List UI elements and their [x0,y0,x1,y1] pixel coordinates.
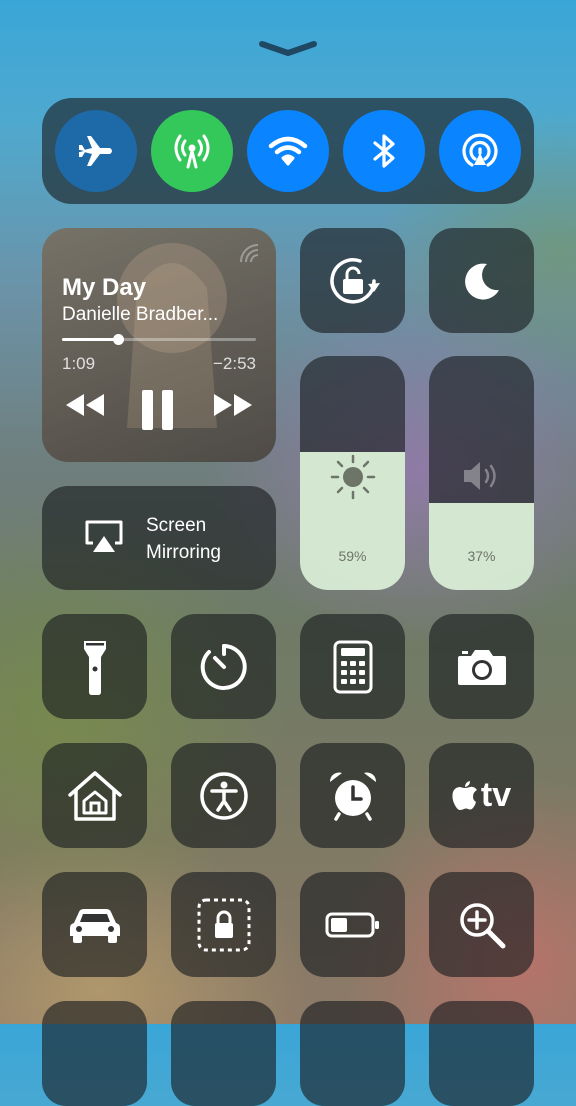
remaining-time: −2:53 [212,354,256,373]
fast-forward-icon [214,394,252,416]
alarm-button[interactable] [300,743,405,848]
apple-logo-icon [452,780,477,810]
speaker-icon [429,458,534,494]
do-not-disturb-toggle[interactable] [429,228,534,333]
apple-tv-label: tv [480,776,512,814]
magnifier-icon [459,902,505,948]
control-tile-row4-2[interactable] [171,1001,276,1106]
screen-mirroring-label: Screen Mirroring [146,515,221,563]
bluetooth-icon [373,134,395,168]
sun-icon [300,452,405,502]
guided-access-icon [197,898,250,951]
calculator-button[interactable] [300,614,405,719]
airplane-icon [79,136,112,166]
flashlight-icon [83,640,106,695]
orientation-lock-toggle[interactable] [300,228,405,333]
calculator-icon [333,640,372,693]
alarm-icon [329,771,376,821]
previous-track-button[interactable] [64,392,106,418]
low-power-mode-button[interactable] [300,872,405,977]
battery-icon [325,912,379,937]
wifi-icon [268,136,308,166]
pause-icon [142,390,173,430]
camera-button[interactable] [429,614,534,719]
pause-button[interactable] [140,388,176,432]
camera-icon [457,649,506,685]
accessibility-icon [199,771,248,820]
screen-mirroring-icon [85,520,123,552]
airplane-mode-toggle[interactable] [55,110,137,192]
home-button[interactable] [42,743,147,848]
next-track-button[interactable] [212,392,254,418]
flashlight-button[interactable] [42,614,147,719]
brightness-slider[interactable]: 59% [300,356,405,590]
timer-icon [200,643,247,690]
playback-progress-fill [62,338,119,341]
cellular-data-toggle[interactable] [151,110,233,192]
driving-mode-button[interactable] [42,872,147,977]
playback-scrubber[interactable] [62,334,256,345]
brightness-percent: 59% [338,548,367,564]
airplay-output-icon[interactable] [238,242,260,269]
song-title: My Day [62,274,147,301]
volume-slider[interactable]: 37% [429,356,534,590]
magnifier-button[interactable] [429,872,534,977]
apple-tv-remote-button[interactable]: tv [429,743,534,848]
wifi-toggle[interactable] [247,110,329,192]
orientation-lock-icon [329,257,380,304]
rewind-icon [66,394,104,416]
guided-access-button[interactable] [171,872,276,977]
accessibility-shortcut-button[interactable] [171,743,276,848]
control-tile-row4-1[interactable] [42,1001,147,1106]
airdrop-toggle[interactable] [439,110,521,192]
volume-percent: 37% [467,548,496,564]
timer-button[interactable] [171,614,276,719]
dismiss-chevron-icon[interactable] [258,38,318,63]
volume-level-fill [429,503,534,590]
elapsed-time: 1:09 [62,354,96,373]
control-tile-row4-4[interactable] [429,1001,534,1106]
home-icon [67,770,122,821]
moon-icon [464,263,499,300]
airdrop-icon [462,133,498,167]
artist-name: Danielle Bradber... [62,304,219,325]
antenna-icon [174,134,210,169]
screen-mirroring-button[interactable]: Screen Mirroring [42,486,276,590]
car-icon [69,908,120,943]
connectivity-group [42,98,534,204]
control-tile-row4-3[interactable] [300,1001,405,1106]
now-playing-tile[interactable]: My Day Danielle Bradber... 1:09 −2:53 [42,228,276,462]
bluetooth-toggle[interactable] [343,110,425,192]
apple-tv-icon: tv [452,776,511,815]
